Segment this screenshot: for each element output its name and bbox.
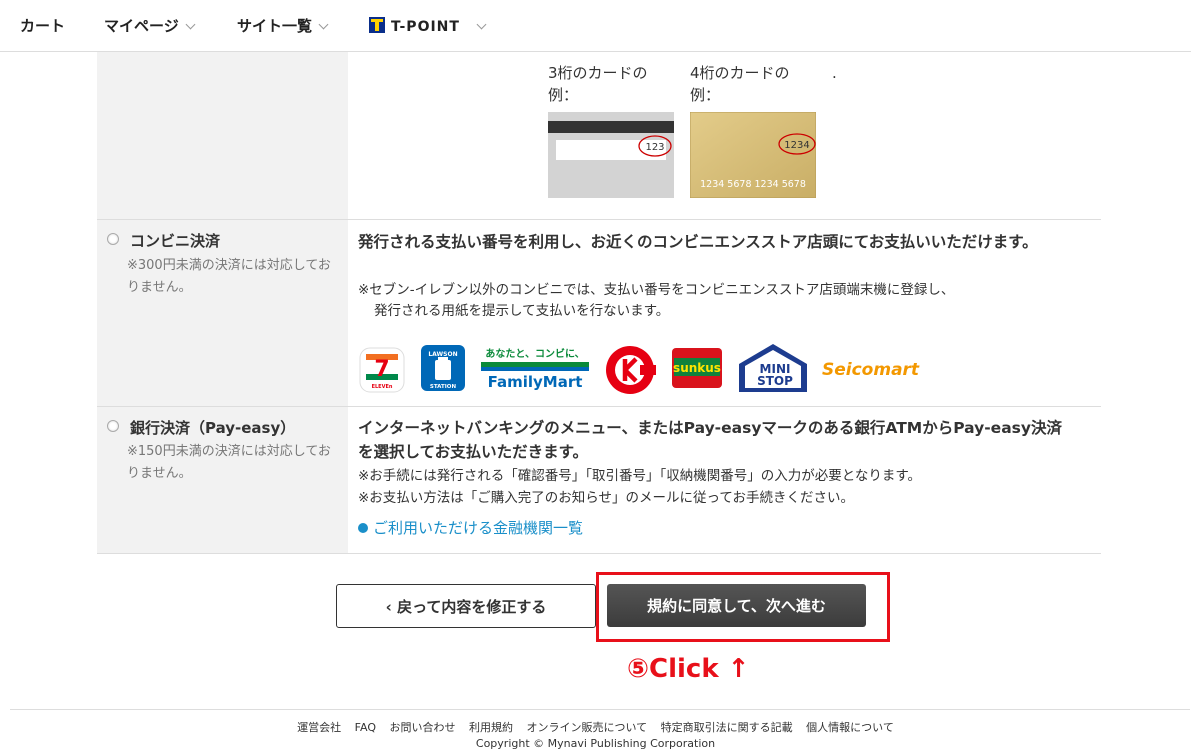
payeasy-note: ※150円未満の決済には対応しておりません。 [127, 444, 331, 481]
chevron-down-icon [318, 19, 329, 30]
trailing-dot: . [832, 64, 837, 82]
footer-link-commerce-law[interactable]: 特定商取引法に関する記載 [661, 721, 793, 734]
four-digit-card-number: 1234 5678 1234 5678 [700, 179, 806, 190]
three-digit-label: 3桁のカードの例： [548, 64, 648, 104]
financial-institutions-link-label: ご利用いただける金融機関一覧 [373, 519, 584, 537]
svg-text:LAWSON: LAWSON [428, 351, 457, 358]
familymart-logo: あなたと、コンビに、 FamilyMart [481, 347, 589, 391]
row-divider [97, 406, 1101, 407]
footer-link-online-sales[interactable]: オンライン販売について [526, 721, 647, 734]
svg-text:7: 7 [374, 357, 389, 382]
seven-eleven-logo: 7 ELEVEn [359, 347, 405, 393]
chevron-down-icon [185, 19, 196, 30]
convenience-sub2: 発行される用紙を提示して支払いを行ないます。 [374, 303, 670, 319]
card-row-left [97, 52, 348, 219]
bullet-icon [358, 523, 368, 533]
nav-mypage-label: マイページ [104, 17, 179, 35]
circle-k-logo [606, 346, 656, 394]
four-digit-label: 4桁のカードの例： [690, 64, 790, 104]
convenience-note: ※300円未満の決済には対応しておりません。 [127, 258, 331, 295]
seicomart-logo: Seicomart [822, 360, 920, 380]
four-digit-code: 1234 [784, 140, 809, 151]
back-button[interactable]: ‹ 戻って内容を修正する [336, 584, 596, 628]
sunkus-logo: sunkus [672, 348, 722, 388]
tpoint-logo-icon [369, 17, 385, 33]
convenience-title: コンビニ決済 [130, 232, 221, 250]
row-divider [97, 219, 1101, 220]
payeasy-sub1: ※お手続には発行される「確認番号」「取引番号」「収納機関番号」の入力が必要となり… [358, 468, 922, 484]
copyright: Copyright © Mynavi Publishing Corporatio… [475, 737, 716, 750]
convenience-radio[interactable] [107, 233, 119, 245]
nav-sites[interactable]: サイト一覧 [237, 15, 329, 36]
convenience-desc: 発行される支払い番号を利用し、お近くのコンビニエンスストア店頭にてお支払いいただ… [358, 233, 1038, 251]
nav-cart[interactable]: カート [20, 15, 65, 36]
row-divider [97, 553, 1101, 554]
chevron-down-icon [476, 19, 487, 30]
footer-links: 運営会社 FAQ お問い合わせ 利用規約 オンライン販売について 特定商取引法に… [0, 719, 1191, 735]
convenience-sub1: ※セブン-イレブン以外のコンビニでは、支払い番号をコンビニエンスストア店頭端末機… [358, 282, 955, 298]
ministop-logo: MINI STOP [739, 344, 807, 392]
svg-text:ELEVEn: ELEVEn [372, 384, 393, 390]
nav-tpoint[interactable]: T-POINT [369, 15, 487, 35]
three-digit-code: 123 [645, 142, 664, 153]
footer-link-terms[interactable]: 利用規約 [469, 721, 513, 734]
top-nav: カート マイページ サイト一覧 T-POINT [0, 0, 1191, 52]
svg-text:あなたと、コンビに、: あなたと、コンビに、 [485, 347, 584, 360]
footer-divider [10, 709, 1190, 710]
nav-tpoint-label: T-POINT [391, 19, 460, 35]
lawson-logo: LAWSON STATION [421, 345, 465, 391]
footer-link-contact[interactable]: お問い合わせ [389, 721, 455, 734]
payeasy-desc: インターネットバンキングのメニュー、またはPay-easyマークのある銀行ATM… [358, 419, 1062, 461]
footer-link-faq[interactable]: FAQ [355, 721, 376, 734]
svg-text:Seicomart: Seicomart [822, 360, 920, 380]
payeasy-sub2: ※お支払い方法は「ご購入完了のお知らせ」のメールに従ってお手続きください。 [358, 490, 854, 506]
svg-text:sunkus: sunkus [673, 361, 721, 375]
svg-text:FamilyMart: FamilyMart [488, 373, 583, 391]
click-highlight-box [596, 572, 890, 642]
footer-link-company[interactable]: 運営会社 [297, 721, 341, 734]
three-digit-card-image: 123 [548, 112, 674, 198]
payeasy-radio[interactable] [107, 420, 119, 432]
click-annotation: ⑤Click ↑ [627, 654, 750, 684]
nav-sites-label: サイト一覧 [237, 17, 313, 35]
footer-link-privacy[interactable]: 個人情報について [806, 721, 894, 734]
four-digit-card-image: 1234 1234 5678 1234 5678 [690, 112, 816, 198]
nav-cart-label: カート [20, 17, 66, 35]
back-button-label: ‹ 戻って内容を修正する [385, 597, 547, 616]
nav-mypage[interactable]: マイページ [104, 15, 196, 36]
svg-text:STATION: STATION [430, 384, 457, 390]
payeasy-title: 銀行決済（Pay-easy） [130, 419, 296, 437]
svg-text:STOP: STOP [757, 374, 793, 388]
financial-institutions-link[interactable]: ご利用いただける金融機関一覧 [358, 517, 583, 538]
